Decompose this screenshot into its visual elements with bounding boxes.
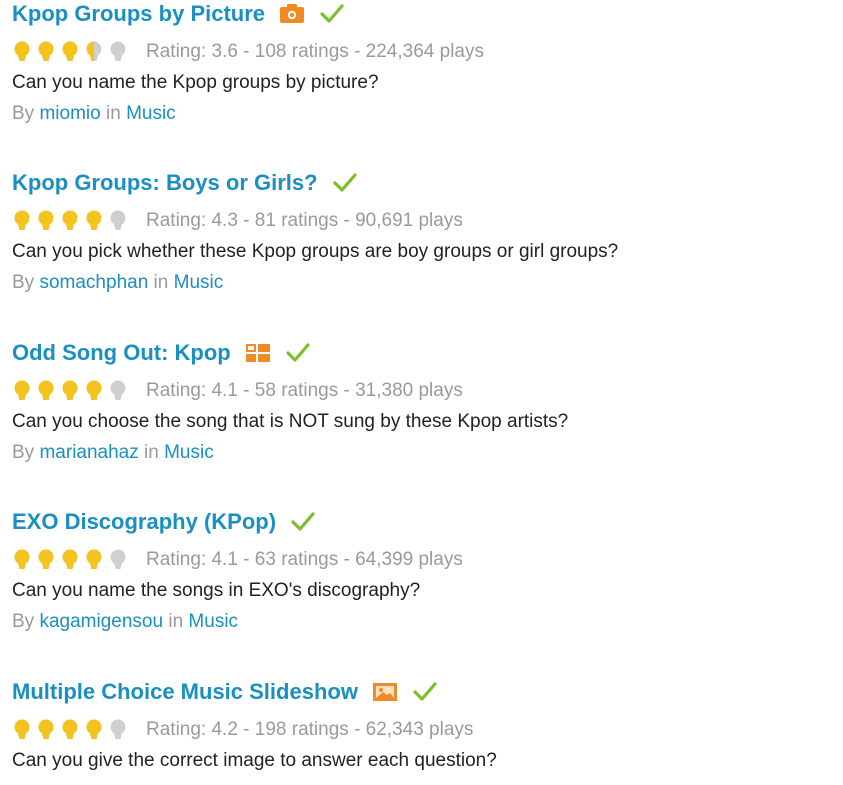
rating-row: Rating: 4.3 - 81 ratings - 90,691 plays (12, 209, 832, 233)
author-link[interactable]: marianahaz (39, 442, 138, 463)
star-full-icon (84, 210, 104, 232)
quiz-byline: By marianahaz in Music (12, 441, 832, 465)
byline-by: By (12, 442, 35, 463)
star-rating (12, 549, 130, 571)
byline-in: in (153, 272, 169, 293)
completed-check-icon (319, 3, 345, 25)
quiz-byline: By miomio in Music (12, 102, 832, 126)
quiz-title-link[interactable]: Kpop Groups by Picture (12, 0, 265, 28)
author-link[interactable]: miomio (39, 103, 100, 124)
quiz-title-link[interactable]: Multiple Choice Music Slideshow (12, 678, 358, 706)
quiz-item: Odd Song Out: Kpop Rating: 4.1 - 58 rati… (12, 339, 832, 465)
star-empty-icon (108, 549, 128, 571)
rating-row: Rating: 4.2 - 198 ratings - 62,343 plays (12, 718, 832, 742)
star-rating (12, 41, 130, 63)
rating-row: Rating: 3.6 - 108 ratings - 224,364 play… (12, 40, 832, 64)
star-full-icon (12, 41, 32, 63)
category-link[interactable]: Music (164, 442, 214, 463)
star-full-icon (60, 719, 80, 741)
quiz-title-link[interactable]: Kpop Groups: Boys or Girls? (12, 169, 318, 197)
quiz-description: Can you choose the song that is NOT sung… (12, 411, 569, 432)
author-link[interactable]: kagamigensou (39, 611, 163, 632)
star-full-icon (36, 549, 56, 571)
quiz-title-row: Odd Song Out: Kpop (12, 339, 832, 367)
byline-by: By (12, 272, 35, 293)
rating-summary: Rating: 4.2 - 198 ratings - 62,343 plays (146, 719, 474, 740)
quiz-byline: By kagamigensou in Music (12, 610, 832, 634)
byline-in: in (144, 442, 159, 463)
quiz-item: EXO Discography (KPop) Rating: 4.1 - 63 … (12, 508, 832, 634)
byline-in: in (105, 103, 121, 124)
quiz-item: Kpop Groups: Boys or Girls? Rating: 4.3 … (12, 169, 832, 295)
star-full-icon (60, 380, 80, 402)
quiz-byline: By somachphan in Music (12, 271, 832, 295)
quiz-title-link[interactable]: EXO Discography (KPop) (12, 508, 276, 536)
star-full-icon (12, 210, 32, 232)
quiz-title-row: Kpop Groups by Picture (12, 0, 832, 28)
completed-check-icon (290, 511, 316, 533)
grid-quiz-icon (245, 342, 271, 364)
category-link[interactable]: Music (188, 611, 238, 632)
quiz-title-row: EXO Discography (KPop) (12, 508, 832, 536)
star-full-icon (84, 549, 104, 571)
byline-in: in (168, 611, 184, 632)
category-link[interactable]: Music (126, 103, 176, 124)
rating-row: Rating: 4.1 - 58 ratings - 31,380 plays (12, 379, 832, 403)
star-full-icon (60, 210, 80, 232)
star-full-icon (12, 719, 32, 741)
rating-summary: Rating: 4.3 - 81 ratings - 90,691 plays (146, 210, 463, 231)
star-full-icon (84, 719, 104, 741)
quiz-item: Multiple Choice Music Slideshow Rating: … (12, 678, 832, 773)
completed-check-icon (285, 342, 311, 364)
quiz-description: Can you give the correct image to answer… (12, 750, 497, 771)
slideshow-quiz-icon (372, 681, 398, 703)
star-empty-icon (108, 719, 128, 741)
star-rating (12, 380, 130, 402)
star-full-icon (84, 380, 104, 402)
rating-summary: Rating: 4.1 - 63 ratings - 64,399 plays (146, 549, 463, 570)
quiz-title-link[interactable]: Odd Song Out: Kpop (12, 339, 231, 367)
completed-check-icon (332, 172, 358, 194)
star-empty-icon (108, 210, 128, 232)
quiz-title-row: Multiple Choice Music Slideshow (12, 678, 832, 706)
star-empty-icon (108, 380, 128, 402)
star-half-icon (84, 41, 104, 63)
quiz-item: Kpop Groups by Picture Rating: 3.6 - 108… (12, 0, 832, 126)
star-empty-icon (108, 41, 128, 63)
star-full-icon (60, 41, 80, 63)
star-full-icon (36, 210, 56, 232)
star-full-icon (36, 380, 56, 402)
star-rating (12, 719, 130, 741)
picture-quiz-icon (279, 3, 305, 25)
category-link[interactable]: Music (174, 272, 224, 293)
byline-by: By (12, 103, 35, 124)
star-full-icon (12, 380, 32, 402)
rating-summary: Rating: 3.6 - 108 ratings - 224,364 play… (146, 41, 484, 62)
rating-summary: Rating: 4.1 - 58 ratings - 31,380 plays (146, 380, 463, 401)
quiz-description: Can you name the songs in EXO's discogra… (12, 580, 421, 601)
star-full-icon (36, 41, 56, 63)
quiz-title-row: Kpop Groups: Boys or Girls? (12, 169, 832, 197)
star-full-icon (12, 549, 32, 571)
star-full-icon (60, 549, 80, 571)
star-rating (12, 210, 130, 232)
byline-by: By (12, 611, 35, 632)
quiz-description: Can you pick whether these Kpop groups a… (12, 241, 619, 262)
author-link[interactable]: somachphan (39, 272, 148, 293)
completed-check-icon (412, 681, 438, 703)
star-full-icon (36, 719, 56, 741)
rating-row: Rating: 4.1 - 63 ratings - 64,399 plays (12, 548, 832, 572)
quiz-description: Can you name the Kpop groups by picture? (12, 72, 379, 93)
